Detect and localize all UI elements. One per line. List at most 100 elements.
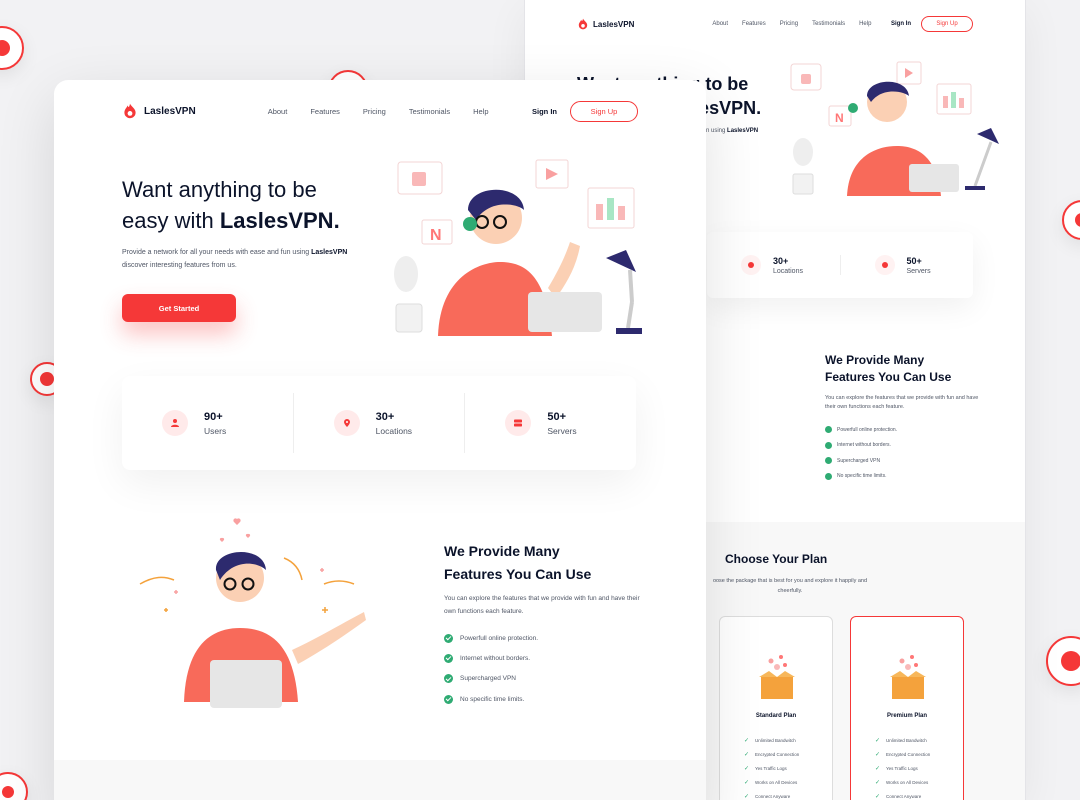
- check-circle-icon: [444, 694, 453, 704]
- list-item-text: Internet without borders.: [837, 442, 891, 449]
- plan-feature-text: Yes Traffic Logs: [886, 765, 918, 771]
- stat-value: 30+: [375, 410, 395, 423]
- back-stat-locations: 30+ Locations: [707, 255, 840, 275]
- check-icon: ✓: [744, 737, 750, 744]
- location-pin-icon: [741, 255, 761, 275]
- sign-in-link[interactable]: Sign In: [532, 107, 557, 116]
- list-item: ✓ Connect Anyware: [744, 789, 799, 800]
- list-item-text: No specific time limits.: [460, 695, 525, 703]
- gift-box-icon: [890, 655, 926, 699]
- logo[interactable]: LaslesVPN: [122, 103, 196, 119]
- stat-label: Servers: [547, 425, 577, 436]
- plan-feature-text: Encrypted Connection: [886, 751, 931, 757]
- plan-feature-text: Encrypted Connection: [755, 751, 800, 757]
- list-item-text: No specific time limits.: [837, 473, 887, 480]
- list-item: ✓ Unlimited Bandwitch: [875, 733, 930, 747]
- stat-locations: 30+ Locations: [292, 393, 465, 453]
- list-item-text: Supercharged VPN: [460, 675, 517, 683]
- stat-value: 90+: [204, 410, 223, 423]
- svg-text:N: N: [835, 111, 844, 125]
- back-features-desc: You can explore the features that we pro…: [825, 395, 979, 410]
- plan-card-standard[interactable]: Standard Plan ✓ Unlimited Bandwitch ✓ Encr…: [719, 616, 833, 800]
- stat-value: 50+: [547, 410, 567, 423]
- check-icon: [825, 426, 832, 434]
- hero-desc-suffix: discover interesting features from us.: [122, 262, 237, 269]
- back-stat-value: 30+: [773, 255, 789, 266]
- flame-logo-icon: [578, 18, 588, 30]
- back-nav-features[interactable]: Features: [742, 21, 766, 27]
- features-illustration: [139, 518, 366, 708]
- hero-illustration: N: [394, 159, 642, 336]
- back-sign-up-button[interactable]: Sign Up: [921, 16, 973, 32]
- back-stat-servers: 50+ Servers: [839, 255, 974, 275]
- svg-text:N: N: [430, 227, 442, 244]
- check-circle-icon: [444, 674, 453, 684]
- plan-feature-text: Yes Traffic Logs: [755, 765, 787, 771]
- check-icon: [825, 472, 832, 480]
- list-item-text: Internet without borders.: [460, 654, 531, 662]
- back-sign-in-link[interactable]: Sign In: [891, 21, 911, 27]
- hero-title-line2-brand: LaslesVPN.: [219, 208, 340, 233]
- list-item: Internet without borders.: [444, 648, 538, 668]
- nav-testimonials[interactable]: Testimonials: [409, 107, 450, 116]
- hero-desc-brand: LaslesVPN: [311, 249, 348, 256]
- navbar: LaslesVPN About Features Pricing Testimo…: [122, 100, 638, 122]
- list-item: Supercharged VPN: [825, 453, 897, 469]
- back-stat-value: 50+: [906, 255, 922, 266]
- list-item: ✓ Unlimited Bandwitch: [744, 733, 799, 747]
- list-item: ✓ Connect Anyware: [875, 789, 930, 800]
- location-pin-icon: [333, 410, 360, 436]
- check-icon: ✓: [875, 779, 881, 786]
- plan-feature-text: Unlimited Bandwitch: [886, 737, 927, 743]
- nav-about[interactable]: About: [268, 107, 288, 116]
- check-icon: ✓: [744, 751, 750, 758]
- features-list: Powerfull online protection. Internet wi…: [444, 628, 538, 709]
- check-icon: ✓: [875, 751, 881, 758]
- check-icon: [825, 441, 832, 449]
- list-item: Powerfull online protection.: [825, 422, 897, 438]
- back-navbar: LaslesVPN About Features Pricing Testimo…: [577, 14, 973, 34]
- back-nav-help[interactable]: Help: [859, 21, 871, 27]
- check-icon: ✓: [875, 765, 881, 772]
- back-hero-illustration: N: [790, 61, 999, 196]
- back-nav-testimonials[interactable]: Testimonials: [812, 21, 845, 27]
- plan-features: ✓ Unlimited Bandwitch ✓ Encrypted Connecti…: [744, 733, 799, 800]
- check-icon: ✓: [875, 737, 881, 744]
- nav-menu: About Features Pricing Testimonials Help: [268, 107, 489, 116]
- get-started-button[interactable]: Get Started: [122, 294, 236, 322]
- back-brand-name: LaslesVPN: [593, 19, 635, 29]
- back-nav-pricing[interactable]: Pricing: [780, 21, 798, 27]
- stat-users: 90+ Users: [122, 393, 293, 453]
- features-description: You can explore the features that we pro…: [444, 595, 640, 615]
- plan-feature-text: Works on All Devices: [886, 779, 929, 785]
- check-icon: ✓: [744, 765, 750, 772]
- nav-help[interactable]: Help: [473, 107, 488, 116]
- back-features-title-line2: Features You Can Use: [825, 370, 952, 384]
- list-item: ✓ Yes Traffic Logs: [875, 761, 930, 775]
- flame-logo-icon: [124, 103, 136, 119]
- plan-card-premium[interactable]: Premium Plan ✓ Unlimited Bandwitch ✓ Encry…: [850, 616, 964, 800]
- nav-pricing[interactable]: Pricing: [363, 107, 386, 116]
- nav-features[interactable]: Features: [310, 107, 340, 116]
- back-features-list: Powerfull online protection. Internet wi…: [825, 422, 897, 484]
- back-nav-about[interactable]: About: [712, 21, 728, 27]
- decor-ring: [1046, 636, 1080, 686]
- plan-feature-text: Connect Anyware: [755, 793, 791, 799]
- back-stat-label: Locations: [773, 267, 803, 275]
- sign-up-button[interactable]: Sign Up: [570, 100, 638, 122]
- plan-feature-text: Unlimited Bandwitch: [755, 737, 796, 743]
- decor-ring: [0, 26, 24, 70]
- back-features-title-line1: We Provide Many: [825, 353, 925, 367]
- plan-feature-text: Works on All Devices: [755, 779, 798, 785]
- list-item-text: Supercharged VPN: [837, 457, 881, 464]
- list-item: Powerfull online protection.: [444, 628, 538, 648]
- check-icon: ✓: [744, 779, 750, 786]
- plan-name: Premium Plan: [886, 713, 927, 719]
- plan-features: ✓ Unlimited Bandwitch ✓ Encrypted Connecti…: [875, 733, 930, 800]
- check-icon: ✓: [744, 793, 750, 800]
- stats-card: 90+ Users 30+ Locations 50+ Servers: [122, 376, 636, 470]
- plan-feature-text: Connect Anyware: [886, 793, 922, 799]
- back-plans-title: Choose Your Plan: [725, 552, 828, 566]
- decor-ring: [0, 772, 28, 800]
- list-item-text: Powerfull online protection.: [837, 426, 898, 433]
